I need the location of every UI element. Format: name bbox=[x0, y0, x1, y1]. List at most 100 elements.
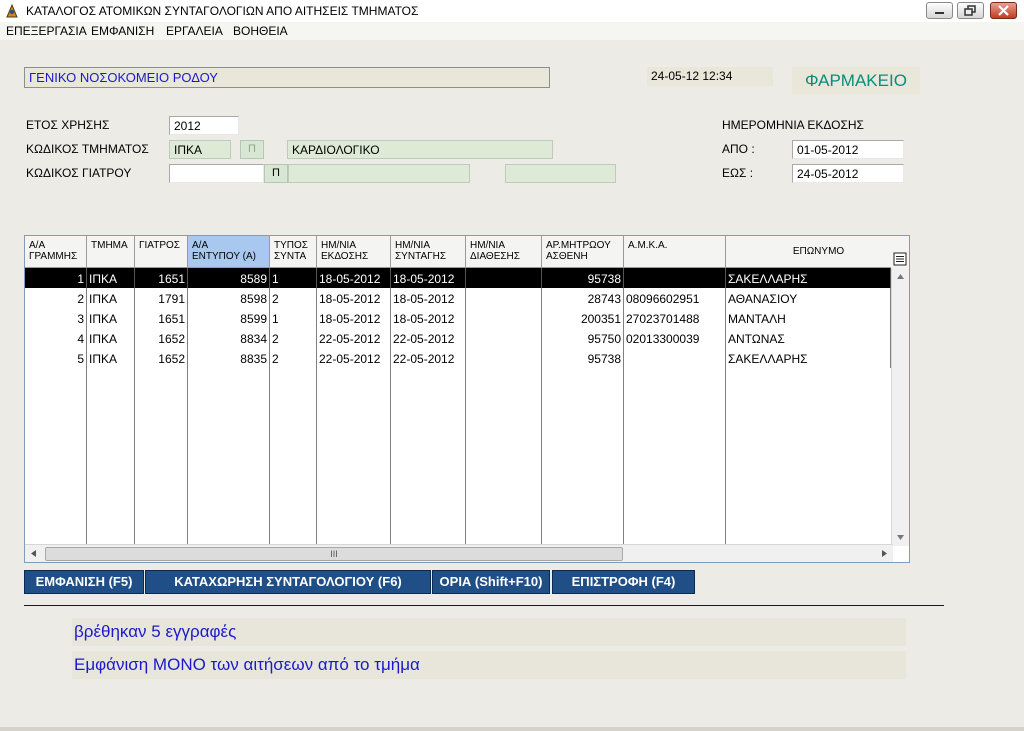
table-cell bbox=[466, 348, 542, 368]
to-date-input[interactable]: 24-05-2012 bbox=[792, 164, 904, 183]
table-cell: ΙΠΚΑ bbox=[87, 328, 135, 348]
restore-icon bbox=[964, 5, 976, 16]
menu-view[interactable]: ΕΜΦΑΝΙΣΗ bbox=[91, 24, 154, 38]
pharmacy-label: ΦΑΡΜΑΚΕΙΟ bbox=[792, 67, 920, 94]
scroll-right-icon[interactable] bbox=[876, 545, 893, 562]
column-header-2[interactable]: ΤΜΗΜΑ bbox=[87, 236, 135, 268]
table-cell: 3 bbox=[25, 308, 87, 328]
table-cell bbox=[466, 288, 542, 308]
menu-bar: ΕΠΕΞΕΡΓΑΣΙΑ ΕΜΦΑΝΙΣΗ ΕΡΓΑΛΕΙΑ ΒΟΗΘΕΙΑ bbox=[0, 22, 1024, 40]
doctor-extra-field bbox=[505, 164, 616, 183]
records-found-message: βρέθηκαν 5 εγγραφές bbox=[72, 618, 906, 646]
table-cell: ΑΘΑΝΑΣΙΟΥ bbox=[726, 288, 891, 308]
title-bar[interactable]: ΚΑΤΑΛΟΓΟΣ ΑΤΟΜΙΚΩΝ ΣΥΝΤΑΓΟΛΟΓΙΩΝ ΑΠΟ ΑΙΤ… bbox=[0, 0, 1024, 23]
table-cell: 1651 bbox=[135, 308, 188, 328]
table-cell bbox=[466, 268, 542, 288]
return-button[interactable]: ΕΠΙΣΤΡΟΦΗ (F4) bbox=[552, 570, 695, 594]
show-button[interactable]: ΕΜΦΑΝΙΣΗ (F5) bbox=[24, 570, 144, 594]
table-cell bbox=[624, 268, 726, 288]
table-row[interactable]: 2 ΙΠΚΑ 1791 8598 2 18-05-2012 18-05-2012 28743 0… bbox=[25, 288, 891, 308]
table-cell: 1 bbox=[25, 268, 87, 288]
scroll-up-icon[interactable] bbox=[892, 268, 909, 285]
dept-code-label: ΚΩΔΙΚΟΣ ΤΜΗΜΑΤΟΣ bbox=[26, 142, 149, 156]
menu-edit[interactable]: ΕΠΕΞΕΡΓΑΣΙΑ bbox=[6, 24, 87, 38]
table-cell: ΣΑΚΕΛΛΑΡΗΣ bbox=[726, 268, 891, 288]
table-cell: 22-05-2012 bbox=[391, 348, 466, 368]
table-cell: ΣΑΚΕΛΛΑΡΗΣ bbox=[726, 348, 891, 368]
doctor-lookup-button[interactable]: Π bbox=[264, 164, 288, 183]
table-cell: 2 bbox=[270, 288, 317, 308]
table-cell: 18-05-2012 bbox=[317, 268, 391, 288]
table-cell: ΑΝΤΩΝΑΣ bbox=[726, 328, 891, 348]
doctor-code-input[interactable] bbox=[169, 164, 264, 183]
grid-menu-button[interactable] bbox=[891, 250, 909, 268]
horizontal-scrollbar[interactable]: III bbox=[25, 544, 893, 562]
table-cell: 22-05-2012 bbox=[317, 328, 391, 348]
column-header-9[interactable]: ΑΡ.ΜΗΤΡΩΟΥ ΑΣΘΕΝΗ bbox=[542, 236, 624, 268]
scroll-down-icon[interactable] bbox=[892, 529, 909, 546]
column-header-7[interactable]: ΗΜ/ΝΙΑ ΣΥΝΤΑΓΗΣ bbox=[391, 236, 466, 268]
dept-name-field: ΚΑΡΔΙΟΛΟΓΙΚΟ bbox=[287, 140, 553, 159]
table-cell: 95750 bbox=[542, 328, 624, 348]
table-cell: 95738 bbox=[542, 348, 624, 368]
table-cell: 4 bbox=[25, 328, 87, 348]
table-row[interactable]: 3 ΙΠΚΑ 1651 8599 1 18-05-2012 18-05-2012 200351… bbox=[25, 308, 891, 328]
table-cell: 28743 bbox=[542, 288, 624, 308]
table-cell: ΙΠΚΑ bbox=[87, 348, 135, 368]
table-row[interactable]: 4 ΙΠΚΑ 1652 8834 2 22-05-2012 22-05-2012 95750 0… bbox=[25, 328, 891, 348]
prescriptions-grid[interactable]: Α/Α ΓΡΑΜΜΗΣ ΤΜΗΜΑ ΓΙΑΤΡΟΣ Α/Α ΕΝΤΥΠΟΥ (Α) ΤΥ… bbox=[24, 235, 910, 563]
column-header-10[interactable]: Α.Μ.Κ.Α. bbox=[624, 236, 726, 268]
column-header-11[interactable]: ΕΠΩΝΥΜΟ bbox=[726, 236, 909, 268]
table-cell: 18-05-2012 bbox=[391, 288, 466, 308]
table-cell: 1791 bbox=[135, 288, 188, 308]
table-cell: 18-05-2012 bbox=[317, 308, 391, 328]
table-cell: 1651 bbox=[135, 268, 188, 288]
vertical-scrollbar[interactable] bbox=[891, 268, 909, 546]
table-cell bbox=[624, 348, 726, 368]
table-cell: 18-05-2012 bbox=[317, 288, 391, 308]
limits-button[interactable]: ΟΡΙΑ (Shift+F10) bbox=[432, 570, 550, 594]
to-date-label: ΕΩΣ : bbox=[722, 166, 754, 180]
year-input[interactable]: 2012 bbox=[169, 116, 239, 135]
table-row[interactable]: 5 ΙΠΚΑ 1652 8835 2 22-05-2012 22-05-2012 95738 Σ… bbox=[25, 348, 891, 368]
from-date-input[interactable]: 01-05-2012 bbox=[792, 140, 904, 159]
table-cell: ΜΑΝΤΑΛΗ bbox=[726, 308, 891, 328]
doctor-code-label: ΚΩΔΙΚΟΣ ΓΙΑΤΡΟΥ bbox=[26, 166, 132, 180]
table-cell: 2 bbox=[25, 288, 87, 308]
table-cell: 8834 bbox=[188, 328, 270, 348]
window-title: ΚΑΤΑΛΟΓΟΣ ΑΤΟΜΙΚΩΝ ΣΥΝΤΑΓΟΛΟΓΙΩΝ ΑΠΟ ΑΙΤ… bbox=[26, 4, 419, 18]
year-label: ΕΤΟΣ ΧΡΗΣΗΣ bbox=[26, 118, 110, 132]
menu-tools[interactable]: ΕΡΓΑΛΕΙΑ bbox=[166, 24, 223, 38]
column-header-4[interactable]: Α/Α ΕΝΤΥΠΟΥ (Α) bbox=[188, 236, 270, 268]
column-header-5[interactable]: ΤΥΠΟΣ ΣΥΝΤΑ bbox=[270, 236, 317, 268]
horizontal-scroll-thumb[interactable]: III bbox=[45, 547, 623, 561]
app-icon bbox=[6, 3, 18, 18]
table-cell: 1652 bbox=[135, 348, 188, 368]
table-cell: 1652 bbox=[135, 328, 188, 348]
table-cell: 5 bbox=[25, 348, 87, 368]
scroll-left-icon[interactable] bbox=[25, 545, 42, 562]
table-cell bbox=[466, 328, 542, 348]
column-header-8[interactable]: ΗΜ/ΝΙΑ ΔΙΑΘΕΣΗΣ bbox=[466, 236, 542, 268]
column-header-3[interactable]: ΓΙΑΤΡΟΣ bbox=[135, 236, 188, 268]
table-cell: 8599 bbox=[188, 308, 270, 328]
restore-button[interactable] bbox=[957, 2, 984, 19]
doctor-name-field bbox=[288, 164, 470, 183]
register-prescription-button[interactable]: ΚΑΤΑΧΩΡΗΣΗ ΣΥΝΤΑΓΟΛΟΓΙΟΥ (F6) bbox=[145, 570, 431, 594]
current-datetime: 24-05-12 12:34 bbox=[647, 67, 773, 86]
table-cell: 02013300039 bbox=[624, 328, 726, 348]
close-button[interactable] bbox=[990, 2, 1017, 19]
table-cell bbox=[466, 308, 542, 328]
menu-help[interactable]: ΒΟΗΘΕΙΑ bbox=[233, 24, 288, 38]
column-header-1[interactable]: Α/Α ΓΡΑΜΜΗΣ bbox=[25, 236, 87, 268]
table-cell: ΙΠΚΑ bbox=[87, 288, 135, 308]
dept-lookup-button[interactable]: Π bbox=[240, 140, 264, 159]
dept-code-input[interactable]: ΙΠΚΑ bbox=[169, 140, 231, 159]
minimize-button[interactable] bbox=[926, 2, 953, 19]
table-cell: 22-05-2012 bbox=[391, 328, 466, 348]
issue-date-label: ΗΜΕΡΟΜΗΝΙΑ ΕΚΔΟΣΗΣ bbox=[722, 118, 864, 132]
table-row[interactable]: 1 ΙΠΚΑ 1651 8589 1 18-05-2012 18-05-2012 95738 Σ… bbox=[25, 268, 891, 288]
filter-info-message: Εμφάνιση ΜΟΝΟ των αιτήσεων από το τμήμα bbox=[72, 651, 906, 679]
table-cell: 8598 bbox=[188, 288, 270, 308]
column-header-6[interactable]: ΗΜ/ΝΙΑ ΕΚΔΟΣΗΣ bbox=[317, 236, 391, 268]
